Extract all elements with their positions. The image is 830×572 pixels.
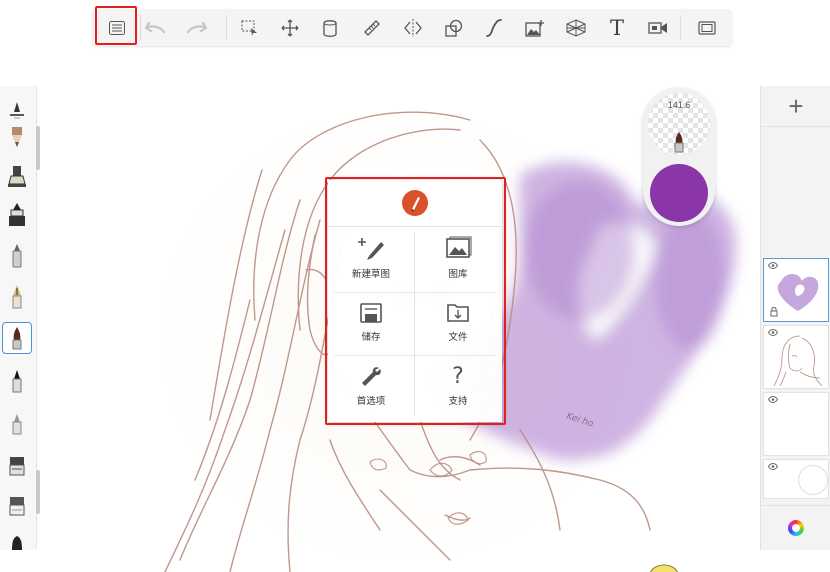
- paint-brush-icon[interactable]: [2, 322, 32, 354]
- felt-tip-brush-icon[interactable]: [2, 365, 32, 397]
- fill-icon[interactable]: [313, 12, 347, 43]
- eraser-brush-icon[interactable]: [2, 450, 32, 482]
- layer-sketch-preview: [773, 335, 823, 386]
- text-tool-glyph: T: [609, 15, 624, 40]
- text-icon[interactable]: T: [600, 12, 634, 43]
- brush-size-value: 141.6: [667, 100, 691, 110]
- layers-panel: +: [760, 86, 830, 550]
- fullscreen-icon[interactable]: [690, 12, 724, 43]
- ruler-icon[interactable]: [355, 12, 389, 43]
- add-image-icon[interactable]: [518, 12, 552, 43]
- undo-icon[interactable]: [137, 12, 171, 43]
- airbrush-icon[interactable]: [2, 408, 32, 440]
- pencil-brush-icon[interactable]: [2, 122, 32, 154]
- layer-thumbnail-empty[interactable]: [763, 392, 829, 456]
- brush-palette: [0, 86, 37, 550]
- soft-eraser-brush-icon[interactable]: [2, 490, 32, 522]
- lock-icon[interactable]: [770, 307, 778, 317]
- transform-icon[interactable]: [273, 12, 307, 43]
- symmetry-icon[interactable]: [396, 12, 430, 43]
- eye-icon[interactable]: [768, 463, 778, 470]
- brush-size-opacity-control[interactable]: 141.6: [648, 93, 710, 155]
- stroke-curve-icon[interactable]: [477, 12, 511, 43]
- brush-puck[interactable]: 141.6: [643, 88, 715, 226]
- layer-watercolor-preview: [777, 274, 819, 311]
- eye-icon[interactable]: [768, 396, 778, 403]
- ballpoint-brush-icon[interactable]: [2, 240, 32, 272]
- highlight-menu-button: [95, 6, 137, 45]
- current-color-swatch[interactable]: [650, 164, 708, 222]
- add-layer-button[interactable]: +: [761, 86, 830, 127]
- fountain-pen-brush-icon[interactable]: [2, 281, 32, 313]
- layer-thumbnail-sketch[interactable]: [763, 325, 829, 389]
- brush-scrollbar-bottom[interactable]: [36, 470, 40, 514]
- selection-icon[interactable]: [233, 12, 267, 43]
- smudge-brush-icon[interactable]: [2, 534, 32, 550]
- perspective-icon[interactable]: [559, 12, 593, 43]
- layer-thumbnail-background[interactable]: [763, 459, 829, 499]
- background-color-swatch[interactable]: [798, 465, 828, 495]
- timelapse-icon[interactable]: [641, 12, 675, 43]
- shape-icon[interactable]: [437, 12, 471, 43]
- main-toolbar: T: [92, 9, 732, 46]
- color-editor-button[interactable]: [761, 505, 830, 550]
- redo-icon[interactable]: [181, 12, 215, 43]
- marker-brush-icon[interactable]: [2, 160, 32, 192]
- highlight-menu-popup: [325, 177, 506, 425]
- toolbar-divider: [226, 15, 227, 40]
- ink-pen-brush-icon[interactable]: [2, 199, 32, 231]
- toolbar-divider: [680, 15, 681, 40]
- brush-scrollbar-top[interactable]: [36, 126, 40, 170]
- layer-thumbnail-watercolor[interactable]: [763, 258, 829, 322]
- current-brush-icon: [674, 132, 684, 153]
- color-wheel-icon: [788, 520, 804, 536]
